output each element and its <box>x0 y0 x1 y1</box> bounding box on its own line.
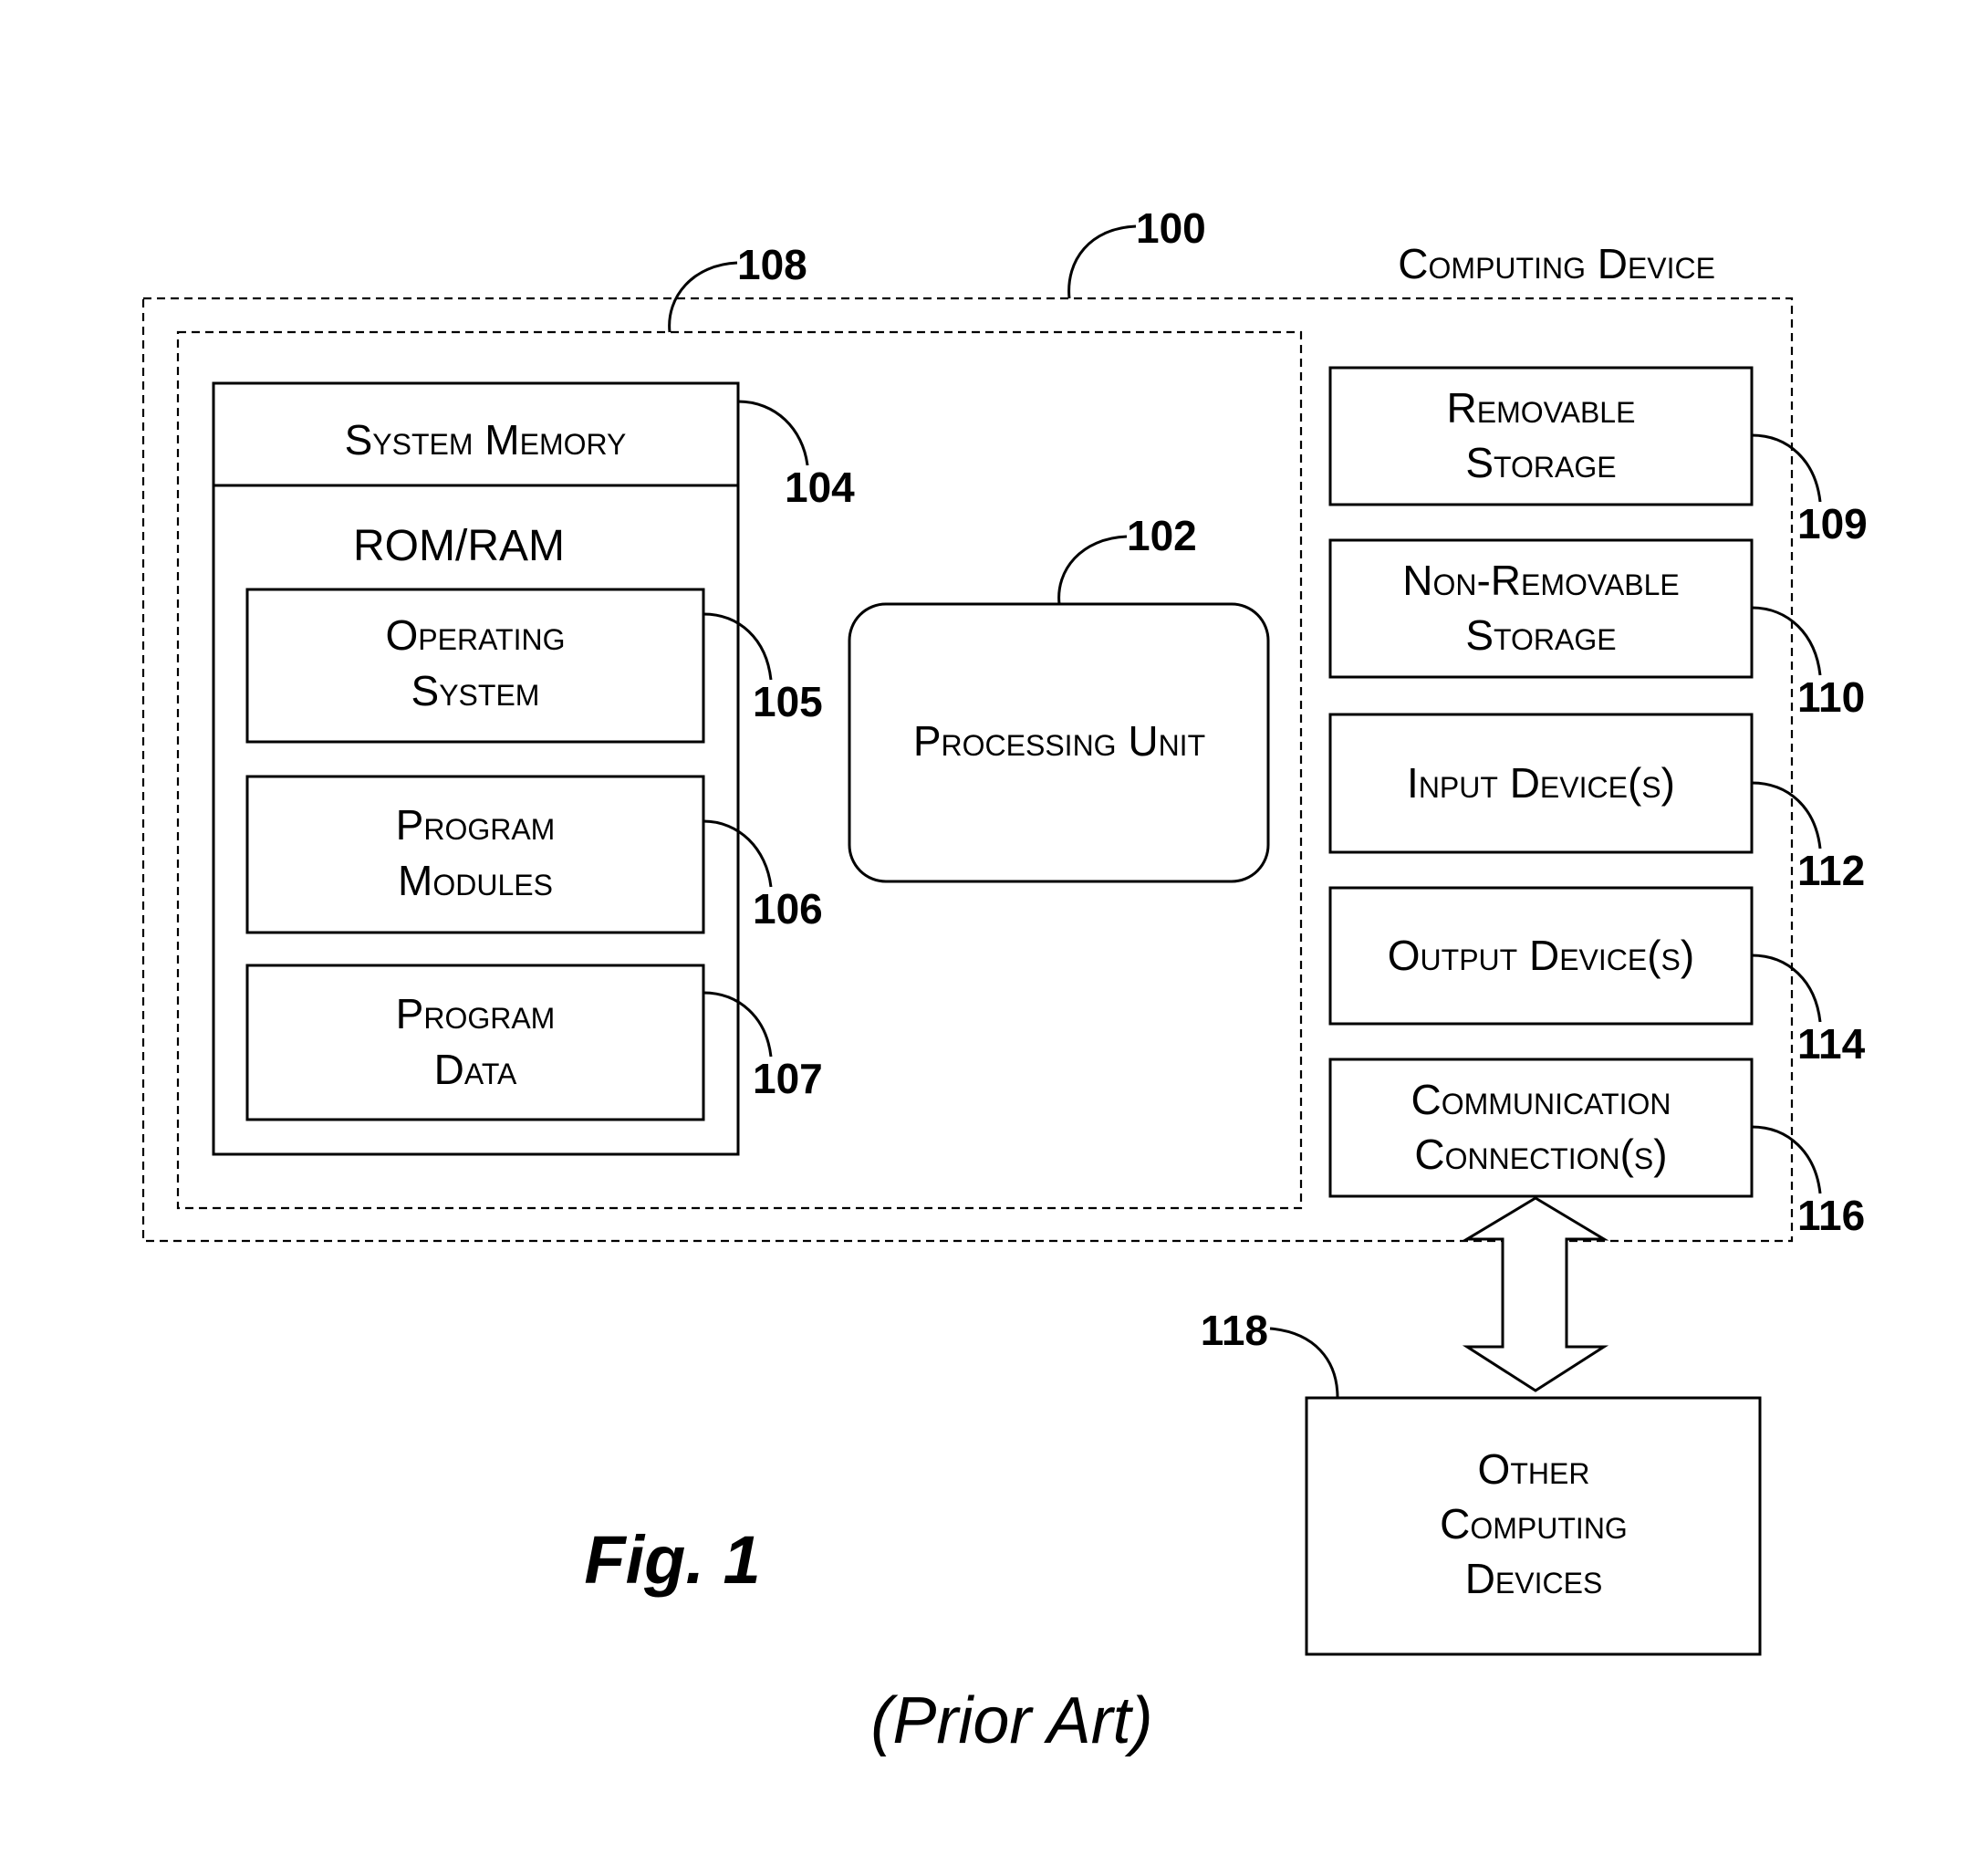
patent-figure: Computing Device 100 108 System Memory R… <box>141 204 1868 1757</box>
figure-title: Fig. 1 <box>584 1522 760 1598</box>
leader-109 <box>1751 433 1822 503</box>
computing-device-label: Computing Device <box>1398 240 1715 287</box>
other-line-1: Other <box>1478 1445 1590 1493</box>
comm-line-1: Communication <box>1411 1076 1671 1123</box>
removable-storage-block: Removable Storage 109 <box>1328 366 1868 547</box>
os-line-1: Operating <box>386 611 566 659</box>
rom-ram-label: ROM/RAM <box>353 522 565 570</box>
output-devices-label: Output Device(s) <box>1388 932 1694 979</box>
ref-112: 112 <box>1797 847 1865 894</box>
ref-105: 105 <box>753 678 823 725</box>
ref-108: 108 <box>737 241 807 288</box>
input-devices-block: Input Device(s) 112 <box>1328 713 1865 894</box>
leader-114 <box>1751 954 1822 1023</box>
leader-118 <box>1269 1327 1339 1399</box>
figure-subtitle: (Prior Art) <box>870 1684 1152 1757</box>
input-devices-label: Input Device(s) <box>1407 759 1675 807</box>
leader-102 <box>1057 535 1128 605</box>
pm-line-2: Modules <box>398 857 553 904</box>
system-memory-label: System Memory <box>345 416 627 464</box>
pd-line-1: Program <box>396 990 556 1037</box>
ref-100: 100 <box>1136 204 1206 252</box>
leader-104 <box>737 400 809 466</box>
ref-107: 107 <box>753 1055 823 1102</box>
output-devices-block: Output Device(s) 114 <box>1328 886 1866 1068</box>
ref-116: 116 <box>1797 1192 1865 1239</box>
communication-connections-block: Communication Connection(s) 116 <box>1328 1058 1865 1239</box>
leader-112 <box>1751 781 1822 849</box>
ref-109: 109 <box>1797 500 1868 547</box>
ref-106: 106 <box>753 885 823 933</box>
processing-unit-label: Processing Unit <box>913 717 1205 765</box>
other-line-3: Devices <box>1465 1555 1603 1602</box>
processing-unit-block: Processing Unit 102 <box>848 512 1270 883</box>
leader-110 <box>1751 606 1822 676</box>
other-computing-devices-block: Other Computing Devices 118 <box>1201 1307 1762 1656</box>
ref-110: 110 <box>1797 673 1865 721</box>
other-line-2: Computing <box>1440 1500 1628 1548</box>
nonremovable-line-2: Storage <box>1465 611 1616 659</box>
bidirectional-arrow-icon <box>1462 1196 1609 1392</box>
ref-118: 118 <box>1201 1307 1268 1354</box>
ref-104: 104 <box>785 464 855 511</box>
nonremovable-line-1: Non-Removable <box>1402 557 1679 604</box>
removable-line-1: Removable <box>1447 384 1636 432</box>
pm-line-1: Program <box>396 801 556 849</box>
leader-116 <box>1751 1125 1822 1194</box>
comm-line-2: Connection(s) <box>1414 1131 1667 1178</box>
leader-100 <box>1067 224 1137 299</box>
ref-114: 114 <box>1797 1020 1866 1068</box>
removable-line-2: Storage <box>1465 439 1616 486</box>
pd-line-2: Data <box>434 1046 517 1093</box>
non-removable-storage-block: Non-Removable Storage 110 <box>1328 538 1865 721</box>
os-line-2: System <box>411 667 540 714</box>
ref-102: 102 <box>1127 512 1197 559</box>
